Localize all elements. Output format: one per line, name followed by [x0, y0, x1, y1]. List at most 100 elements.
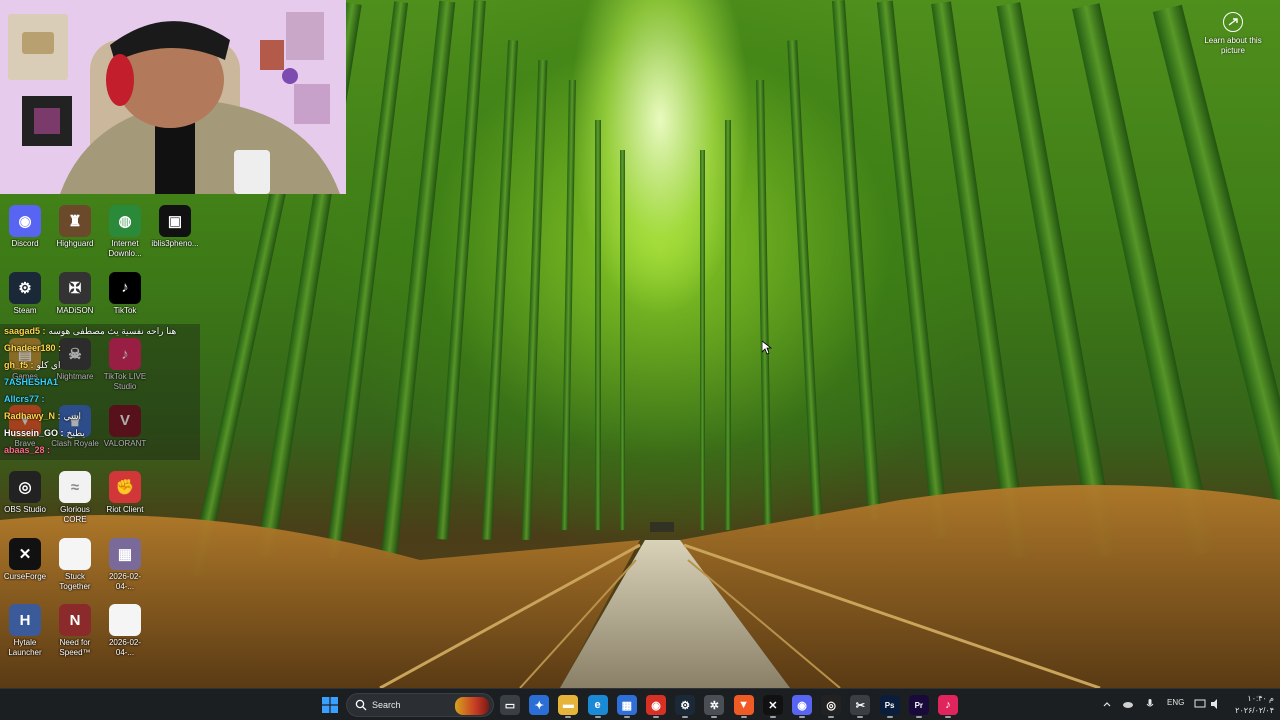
chat-username: gh_f5 : — [4, 360, 34, 370]
desktop-shortcut-label: Internet Downlo... — [108, 239, 142, 258]
settings-icon[interactable]: ✲ — [704, 695, 725, 715]
running-indicator — [740, 716, 747, 718]
stream-chat-overlay: saagad5 : هنا راحه نفسية يث مصطفى هوسه Gha… — [0, 324, 200, 460]
desktop-shortcut[interactable]: N Need for Speed™ Mo... — [50, 604, 100, 658]
chat-username: Radhawy_N : — [4, 411, 61, 421]
curseforge-icon[interactable]: ✕ — [762, 695, 783, 715]
tiktok-live-studio-icon[interactable]: ♪ — [938, 695, 958, 715]
steam-icon[interactable]: ⚙ — [675, 695, 696, 715]
desktop-shortcut[interactable]: Stuck Together — [50, 537, 100, 592]
network-icon[interactable] — [1194, 698, 1206, 710]
task-view-icon[interactable]: ▭ — [500, 695, 520, 715]
spotlight-learn-about-picture[interactable]: Learn about this picture — [1198, 12, 1268, 56]
chrome-icon[interactable]: ◉ — [646, 695, 666, 715]
running-indicator — [945, 716, 951, 718]
running-indicator — [915, 716, 922, 718]
desktop-shortcut[interactable]: ⚙ Steam — [0, 271, 50, 316]
desktop-shortcut[interactable]: ✊ Riot Client — [100, 471, 150, 515]
microphone-icon[interactable] — [1144, 698, 1156, 710]
premiere-icon[interactable]: Pr — [908, 695, 929, 715]
need-for-speed-icon: N — [59, 604, 91, 636]
desktop-shortcut[interactable]: ✕ CurseForge — [0, 537, 50, 582]
chat-message: Allcrs77 : — [4, 394, 48, 405]
photoshop-icon[interactable]: Ps — [879, 695, 900, 715]
edge-icon[interactable]: e — [587, 695, 608, 715]
desktop-shortcut-label: Hytale Launcher — [8, 638, 42, 657]
desktop-shortcut-label: MADiSON — [56, 305, 94, 315]
desktop-shortcut-label: Stuck Together — [59, 571, 91, 591]
desktop-shortcut[interactable]: ✠ MADiSON — [50, 271, 100, 316]
chat-username: Allcrs77 : — [4, 394, 45, 404]
running-indicator — [682, 716, 689, 718]
desktop-shortcut-label: OBS Studio — [4, 505, 46, 514]
search-highlight-art — [455, 697, 489, 715]
desktop-shortcut[interactable]: ◍ Internet Downlo... — [100, 205, 150, 259]
desktop-shortcut-label: CurseForge — [3, 571, 47, 581]
chat-message: gh_f5 : اي كلو — [4, 360, 60, 371]
chat-text: اي كلو — [36, 360, 61, 370]
desktop-shortcut[interactable]: H Hytale Launcher — [0, 604, 50, 658]
microsoft-store-icon[interactable]: ▦ — [616, 695, 637, 715]
running-indicator — [799, 716, 805, 718]
spotlight-label: Learn about this picture — [1204, 36, 1262, 55]
clock-time: ۱۰:۴۰ م — [1247, 694, 1274, 703]
taskbar: Search ▭ ✦ ▬ e ▦ ◉ ⚙ ✲ ▼ ✕ ◉ ◎ ✂ Ps Pr ♪ ENG ۱۰:۴۰ م ۲۰… — [0, 688, 1280, 720]
running-indicator — [565, 716, 572, 718]
chat-message: 7ASHESHA1 — [4, 377, 61, 388]
glorious-core-icon: ≈ — [59, 471, 91, 503]
clock-date: ۲۰۲۶/۰۲/۰۴ — [1235, 706, 1274, 715]
chat-username: abaas_28 : — [4, 445, 51, 455]
chat-message: Radhawy_N : اسي — [4, 411, 81, 422]
document-icon — [59, 537, 91, 570]
document-icon — [109, 604, 141, 636]
madison-icon: ✠ — [59, 271, 91, 304]
desktop-shortcut-label: Steam — [13, 305, 37, 315]
desktop-shortcut-label: 2026-02-04-... — [108, 638, 142, 657]
obs-studio-icon: ◎ — [9, 471, 41, 503]
windows-logo-icon — [322, 697, 338, 713]
clock[interactable]: ۱۰:۴۰ م ۲۰۲۶/۰۲/۰۴ — [1230, 693, 1274, 717]
desktop-shortcut[interactable]: ♜ Highguard — [50, 205, 100, 249]
camera-icon — [1223, 12, 1243, 32]
running-indicator — [623, 716, 630, 718]
desktop-shortcut[interactable]: 2026-02-04-... — [100, 604, 150, 658]
hytale-launcher-icon: H — [9, 604, 41, 636]
desktop-shortcut-label: Riot Client — [106, 505, 144, 514]
snipping-tool-icon[interactable]: ✂ — [850, 695, 871, 715]
running-indicator — [594, 716, 601, 718]
volume-icon[interactable] — [1210, 698, 1222, 710]
desktop-shortcut-label: iblis3pheno... — [151, 239, 199, 248]
chat-message: saagad5 : هنا راحه نفسية يث مصطفى هوسه — [4, 326, 176, 337]
file-thumbnail-icon: ▣ — [159, 205, 191, 237]
chat-message: Ghadeer180 : — [4, 343, 64, 354]
desktop-shortcut[interactable]: ▦ 2026-02-04-... — [100, 537, 150, 592]
copilot-icon[interactable]: ✦ — [529, 695, 550, 715]
desktop-shortcut[interactable]: ♪ TikTok — [100, 271, 150, 316]
image-thumbnail-icon: ▦ — [109, 537, 141, 570]
webcam-overlay — [0, 0, 346, 194]
chevron-up-icon[interactable] — [1101, 698, 1113, 710]
chat-username: saagad5 : — [4, 326, 46, 336]
discord-icon[interactable]: ◉ — [792, 695, 812, 715]
file-explorer-icon[interactable]: ▬ — [558, 695, 579, 715]
mouse-cursor — [762, 341, 772, 355]
obs-studio-icon[interactable]: ◎ — [821, 695, 842, 715]
search-icon — [355, 699, 367, 711]
discord-icon: ◉ — [9, 205, 41, 237]
start-button[interactable] — [320, 695, 340, 715]
chat-text: اسي — [63, 411, 82, 421]
desktop-shortcut-label: Discord — [11, 239, 39, 248]
brave-icon[interactable]: ▼ — [733, 695, 754, 715]
cloud-icon[interactable] — [1122, 698, 1134, 710]
language-indicator[interactable]: ENG — [1167, 698, 1184, 707]
desktop-shortcut[interactable]: ▣ iblis3pheno... — [150, 205, 200, 249]
running-indicator — [857, 716, 864, 718]
desktop-shortcut-label: Glorious CORE — [60, 505, 90, 524]
riot-client-icon: ✊ — [109, 471, 141, 503]
taskbar-search-box[interactable]: Search — [346, 693, 494, 717]
internet-download-manager-icon: ◍ — [109, 205, 141, 237]
desktop-shortcut[interactable]: ◎ OBS Studio — [0, 471, 50, 515]
steam-icon: ⚙ — [9, 271, 41, 304]
desktop-shortcut[interactable]: ◉ Discord — [0, 205, 50, 249]
desktop-shortcut[interactable]: ≈ Glorious CORE — [50, 471, 100, 525]
